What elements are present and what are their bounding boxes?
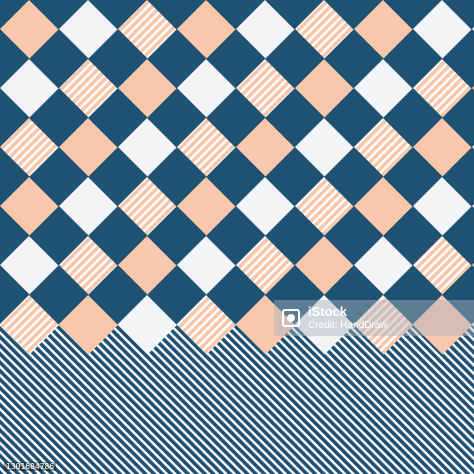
plaid-pattern-canvas xyxy=(0,0,474,474)
watermark-brand: iStock xyxy=(308,304,348,320)
watermark-text: iStock Credit: HandDraw xyxy=(308,304,388,331)
stock-image-id: 1301684786 xyxy=(4,462,57,471)
istock-logo-icon xyxy=(282,309,300,327)
watermark-credit: Credit: HandDraw xyxy=(308,319,388,331)
istock-watermark: iStock Credit: HandDraw xyxy=(274,300,474,336)
